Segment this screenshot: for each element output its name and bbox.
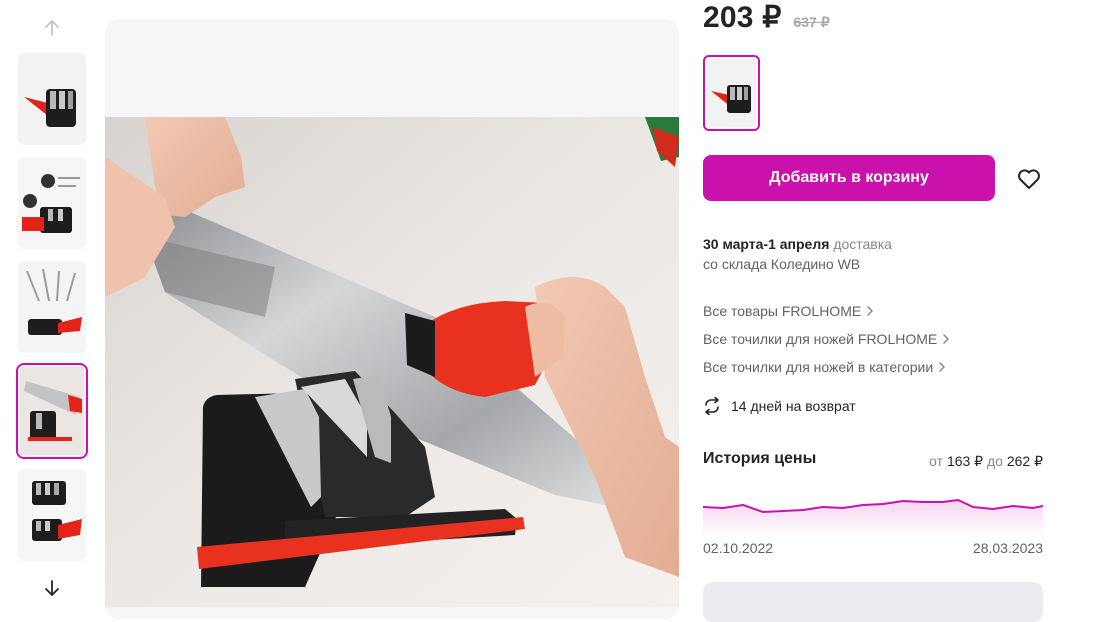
chevron-right-icon bbox=[867, 306, 874, 316]
heart-icon bbox=[1018, 169, 1040, 189]
range-to-word: до bbox=[986, 453, 1003, 469]
chevron-right-icon bbox=[939, 362, 946, 372]
link-label: Все товары FROLHOME bbox=[703, 303, 862, 319]
price-history-range: от 163 ₽ до 262 ₽ bbox=[929, 453, 1043, 470]
chevron-right-icon bbox=[943, 334, 950, 344]
return-arrows-icon bbox=[705, 397, 719, 415]
gallery-thumbnail-4-active[interactable] bbox=[16, 363, 88, 459]
link-category-sharpeners[interactable]: Все точилки для ножей в категории bbox=[703, 353, 949, 381]
return-policy-label: 14 дней на возврат bbox=[731, 398, 856, 414]
price-history-start-date: 02.10.2022 bbox=[703, 540, 774, 556]
next-section-card bbox=[703, 582, 1043, 622]
price-history[interactable]: История цены от 163 ₽ до 262 ₽ bbox=[703, 450, 1043, 536]
add-to-cart-button[interactable]: Добавить в корзину bbox=[703, 155, 995, 201]
gallery-up-button[interactable] bbox=[36, 16, 68, 40]
range-min-price: 163 ₽ bbox=[946, 453, 984, 469]
old-price: 637 ₽ bbox=[793, 14, 830, 30]
product-photo bbox=[105, 117, 679, 607]
delivery-source: со склада Коледино WB bbox=[703, 256, 861, 272]
delivery-line: 30 марта-1 апреля доставка bbox=[703, 234, 892, 254]
gallery-thumbnail-5[interactable] bbox=[18, 469, 86, 561]
delivery-info: 30 марта-1 апреля доставка со склада Кол… bbox=[703, 234, 892, 274]
current-price: 203 ₽ bbox=[703, 1, 782, 34]
add-to-favorites-button[interactable] bbox=[1013, 164, 1045, 194]
gallery-thumbnail-1[interactable] bbox=[18, 53, 86, 145]
link-label: Все точилки для ножей в категории bbox=[703, 359, 934, 375]
delivery-date: 30 марта-1 апреля bbox=[703, 236, 830, 252]
color-variant-thumbnail[interactable] bbox=[703, 55, 760, 131]
return-policy[interactable]: 14 дней на возврат bbox=[703, 397, 856, 415]
range-from-word: от bbox=[929, 453, 944, 469]
arrow-down-icon bbox=[45, 580, 59, 596]
gallery-down-button[interactable] bbox=[36, 576, 68, 600]
link-label: Все точилки для ножей FROLHOME bbox=[703, 331, 938, 347]
price-block: 203 ₽ 637 ₽ bbox=[703, 0, 830, 35]
main-product-image[interactable] bbox=[105, 19, 679, 619]
link-all-brand-products[interactable]: Все товары FROLHOME bbox=[703, 297, 949, 325]
link-brand-sharpeners[interactable]: Все точилки для ножей FROLHOME bbox=[703, 325, 950, 353]
arrow-up-icon bbox=[45, 20, 59, 36]
thumbnail-gallery bbox=[0, 0, 104, 597]
delivery-label: доставка bbox=[833, 236, 892, 252]
gallery-thumbnail-3[interactable] bbox=[18, 261, 86, 353]
related-links: Все товары FROLHOME Все точилки для ноже… bbox=[703, 297, 950, 381]
price-history-end-date: 28.03.2023 bbox=[972, 540, 1043, 556]
price-history-sparkline bbox=[703, 499, 1043, 536]
product-info-panel: 203 ₽ 637 ₽ Добавить в корзину 30 марта-… bbox=[703, 0, 1096, 622]
gallery-thumbnail-2[interactable] bbox=[18, 157, 86, 249]
edge-fade bbox=[1040, 560, 1096, 597]
range-max-price: 262 ₽ bbox=[1006, 453, 1043, 469]
